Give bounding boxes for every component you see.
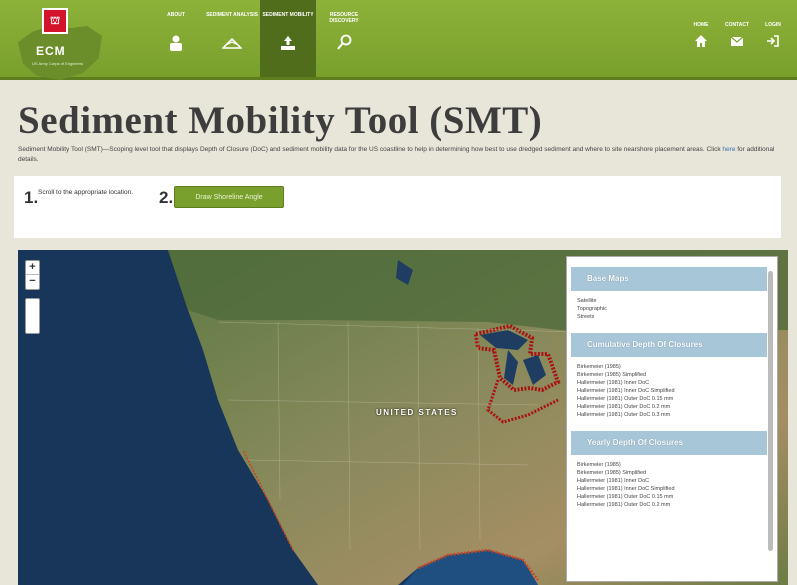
layer-option[interactable]: Birkemeier (1985) Simplified (577, 371, 763, 379)
site-logo[interactable]: ⛫ ECM US Army Corps of Engineers (18, 6, 128, 80)
search-icon (337, 34, 352, 50)
nav-login-label: Login (765, 22, 781, 28)
nav-home[interactable]: Home (683, 0, 719, 77)
nav-sediment-mobility[interactable]: Sediment Mobility (260, 0, 316, 77)
layer-option[interactable]: Hallermeier (1981) Outer DoC 0.2 mm (577, 403, 763, 411)
layer-option[interactable]: Hallermeier (1981) Inner DoC Simplified (577, 485, 763, 493)
cumulative-doc-list: Birkemeier (1985) Birkemeier (1985) Simp… (567, 357, 777, 421)
cumulative-doc-header[interactable]: Cumulative Depth Of Closures (571, 333, 767, 357)
nav-sediment-analysis-label: Sediment Analysis (206, 12, 258, 18)
upload-icon (281, 36, 295, 50)
login-icon (767, 35, 779, 47)
zoom-in-button[interactable]: + (26, 261, 39, 275)
layer-option[interactable]: Birkemeier (1985) Simplified (577, 469, 763, 477)
layer-option[interactable]: Hallermeier (1981) Outer DoC 0.2 mm (577, 501, 763, 509)
layer-option[interactable]: Hallermeier (1981) Inner DoC (577, 477, 763, 485)
logo-subtitle: US Army Corps of Engineers (32, 61, 84, 66)
mail-icon (730, 36, 744, 46)
layer-option[interactable]: Birkemeier (1985) (577, 461, 763, 469)
page-description: Sediment Mobility Tool (SMT)—Scoping lev… (18, 145, 778, 165)
nav-contact[interactable]: Contact (719, 0, 755, 77)
layers-icon (222, 37, 242, 49)
layer-option[interactable]: Hallermeier (1981) Outer DoC 0.3 mm (577, 411, 763, 419)
country-label: UNITED STATES (376, 408, 458, 417)
base-map-option[interactable]: Streets (577, 313, 763, 321)
layer-option[interactable]: Hallermeier (1981) Outer DoC 0.15 mm (577, 493, 763, 501)
nav-resource-discovery[interactable]: Resource Discovery (316, 0, 372, 77)
base-maps-list: Satellite Topographic Streets (567, 291, 777, 323)
zoom-control: + − (25, 260, 40, 290)
zoom-out-button[interactable]: − (26, 275, 39, 289)
utility-nav: Home Contact Login (683, 0, 791, 77)
person-icon (170, 35, 182, 51)
usace-castle-icon: ⛫ (42, 8, 68, 34)
layer-option[interactable]: Hallermeier (1981) Outer DoC 0.15 mm (577, 395, 763, 403)
yearly-doc-list: Birkemeier (1985) Birkemeier (1985) Simp… (567, 455, 777, 511)
nav-contact-label: Contact (724, 22, 750, 28)
nav-sediment-analysis[interactable]: Sediment Analysis (204, 0, 260, 77)
details-link[interactable]: here (722, 146, 735, 153)
main-nav: About Sediment Analysis Sediment Mobilit… (148, 0, 372, 77)
logo-text: ECM (36, 44, 66, 58)
nav-resource-discovery-label: Resource Discovery (329, 12, 359, 24)
draw-shoreline-angle-button[interactable]: Draw Shoreline Angle (174, 186, 284, 208)
map-tool-control[interactable] (25, 298, 40, 334)
layer-panel-scrollbar[interactable] (768, 271, 773, 551)
steps-panel: 1. Scroll to the appropriate location. 2… (14, 176, 781, 238)
header-bar: ⛫ ECM US Army Corps of Engineers About S… (0, 0, 797, 80)
nav-login[interactable]: Login (755, 0, 791, 77)
nav-home-label: Home (693, 22, 709, 28)
description-text: Sediment Mobility Tool (SMT)—Scoping lev… (18, 146, 721, 153)
nav-sediment-mobility-label: Sediment Mobility (262, 12, 314, 18)
step2-number: 2. (159, 188, 174, 207)
step1-instruction: Scroll to the appropriate location. (38, 189, 134, 196)
step1-number: 1. (24, 188, 39, 207)
base-map-option[interactable]: Topographic (577, 305, 763, 313)
layer-option[interactable]: Hallermeier (1981) Inner DoC Simplified (577, 387, 763, 395)
base-maps-header[interactable]: Base Maps (571, 267, 767, 291)
base-map-option[interactable]: Satellite (577, 297, 763, 305)
nav-about[interactable]: About (148, 0, 204, 77)
layer-panel: Base Maps Satellite Topographic Streets … (566, 256, 778, 582)
home-icon (695, 35, 707, 47)
yearly-doc-header[interactable]: Yearly Depth Of Closures (571, 431, 767, 455)
nav-about-label: About (167, 12, 185, 18)
layer-option[interactable]: Hallermeier (1981) Inner DoC (577, 379, 763, 387)
layer-option[interactable]: Birkemeier (1985) (577, 363, 763, 371)
page-title: Sediment Mobility Tool (SMT) (18, 99, 543, 142)
